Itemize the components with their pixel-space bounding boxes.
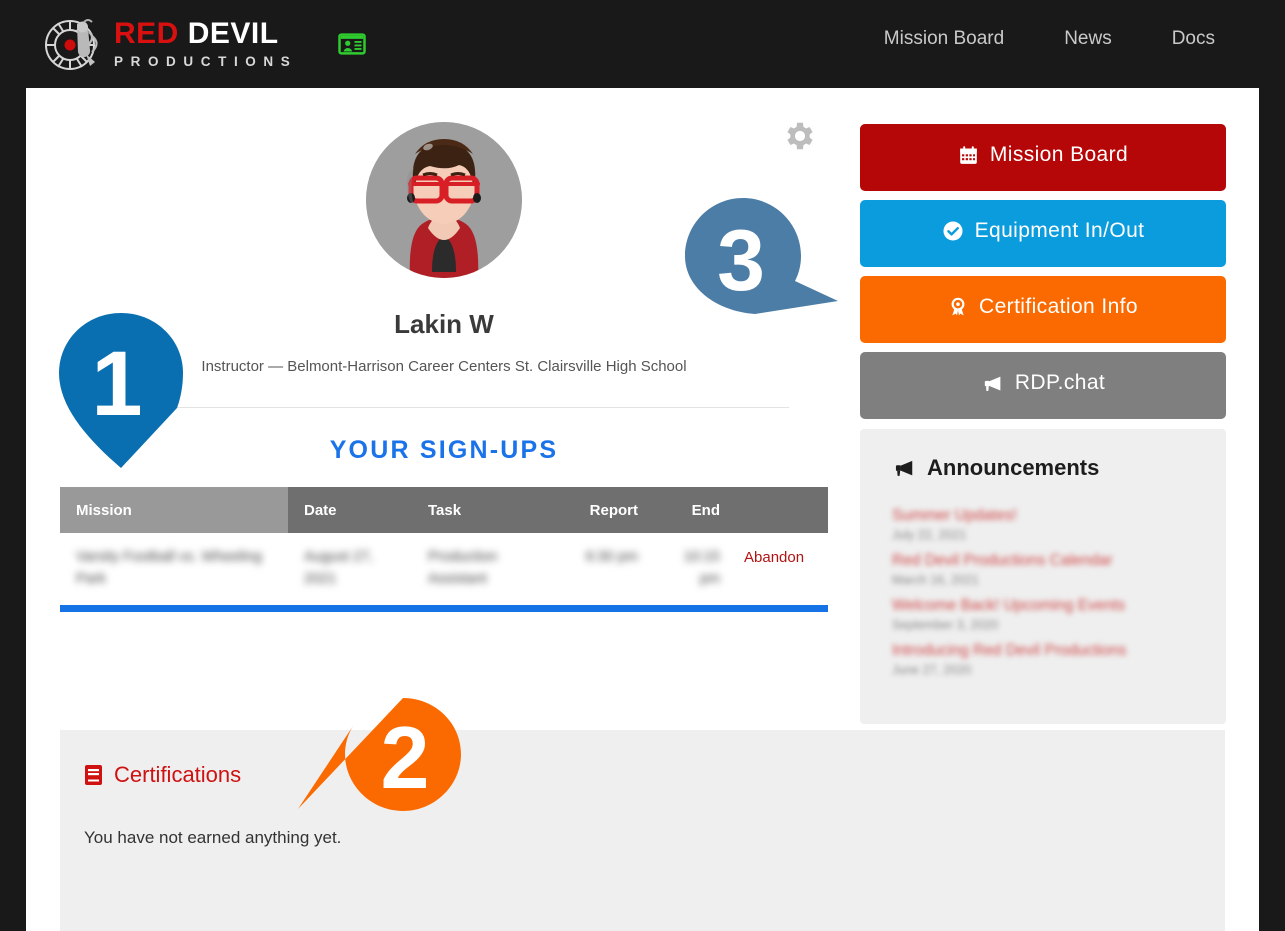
column-header-end[interactable]: End — [654, 487, 736, 533]
table-row: Varsity Football vs. Wheeling Park Augus… — [60, 533, 828, 605]
announcements-panel: Announcements Summer Updates! July 22, 2… — [860, 429, 1226, 724]
list-item: Introducing Red Devil Productions June 2… — [892, 642, 1194, 677]
cell-end-time: 10:15 pm — [683, 549, 720, 587]
nav-link-mission-board[interactable]: Mission Board — [854, 28, 1034, 50]
announcements-header: Announcements — [892, 455, 1194, 481]
your-sign-ups-heading: YOUR SIGN-UPS — [329, 436, 559, 464]
avatar-wrapper — [60, 88, 828, 283]
certifications-empty-message: You have not earned anything yet. — [84, 828, 342, 847]
profile-role: Instructor — Belmont-Harrison Career Cen… — [99, 358, 789, 408]
column-header-date[interactable]: Date — [288, 487, 412, 533]
list-item: Red Devil Productions Calendar March 16,… — [892, 552, 1194, 587]
avatar-illustration — [366, 122, 522, 278]
profile-column: Lakin W Instructor — Belmont-Harrison Ca… — [60, 88, 828, 612]
certification-info-button-label: Certification Info — [979, 295, 1138, 318]
equipment-in-out-button[interactable]: Equipment In/Out — [860, 200, 1226, 267]
brand-word-red: RED — [114, 17, 179, 51]
page-content: Lakin W Instructor — Belmont-Harrison Ca… — [26, 88, 1259, 931]
megaphone-icon — [984, 376, 1001, 391]
gear-icon[interactable] — [782, 118, 818, 154]
column-header-task[interactable]: Task — [412, 487, 562, 533]
brand-tagline: PRODUCTIONS — [114, 54, 298, 70]
announcement-date: March 16, 2021 — [892, 573, 979, 587]
page-title: Lakin W — [394, 309, 494, 339]
cell-date: August 27, 2021 — [304, 549, 374, 587]
rdp-chat-button-label: RDP.chat — [1014, 371, 1106, 395]
certifications-title: Certifications — [114, 762, 242, 787]
column-header-mission[interactable]: Mission — [60, 487, 288, 533]
equipment-in-out-button-label: Equipment In/Out — [974, 219, 1145, 242]
certification-info-button[interactable]: Certification Info — [860, 276, 1226, 343]
calendar-icon — [960, 145, 977, 164]
rdp-chat-button[interactable]: RDP.chat — [860, 352, 1226, 419]
mission-board-button-label: Mission Board — [989, 143, 1129, 167]
list-item: Summer Updates! July 22, 2021 — [892, 507, 1194, 542]
table-header-row: Mission Date Task Report End — [60, 487, 828, 533]
announcement-link[interactable]: Introducing Red Devil Productions — [892, 642, 1194, 660]
cell-task: Production Assistant — [428, 549, 498, 587]
column-header-action — [736, 487, 828, 533]
quick-actions-panel: Mission Board Equipment In/Out Certifica… — [860, 124, 1226, 724]
film-reel-devil-logo-icon — [45, 19, 98, 70]
signups-table: Mission Date Task Report End Varsity Foo… — [60, 487, 828, 605]
check-circle-icon — [943, 221, 963, 241]
megaphone-icon — [895, 460, 913, 476]
id-card-icon[interactable] — [337, 29, 367, 59]
announcement-link[interactable]: Red Devil Productions Calendar — [892, 552, 1194, 570]
cell-report-time: 6:30 pm — [585, 549, 638, 565]
avatar[interactable] — [366, 122, 522, 278]
abandon-link[interactable]: Abandon — [744, 549, 804, 566]
nav-link-news[interactable]: News — [1034, 28, 1142, 50]
primary-nav: Mission Board News Docs — [854, 28, 1245, 50]
column-header-report[interactable]: Report — [562, 487, 654, 533]
announcement-date: July 22, 2021 — [892, 528, 967, 542]
book-icon — [85, 765, 102, 785]
cell-action: Abandon — [736, 533, 828, 605]
announcement-date: June 27, 2020 — [892, 663, 972, 677]
certifications-panel: Certifications You have not earned anyth… — [60, 730, 1225, 931]
top-navigation-bar: RED DEVIL PRODUCTIONS Mission Board News… — [0, 0, 1285, 88]
table-loading-progress-bar — [60, 604, 828, 612]
cell-mission: Varsity Football vs. Wheeling Park — [76, 549, 262, 587]
award-icon — [951, 297, 965, 316]
list-item: Welcome Back! Upcoming Events September … — [892, 597, 1194, 632]
announcement-link[interactable]: Summer Updates! — [892, 507, 1194, 525]
announcement-link[interactable]: Welcome Back! Upcoming Events — [892, 597, 1194, 615]
brand-word-devil: DEVIL — [187, 17, 279, 51]
announcement-date: September 3, 2020 — [892, 618, 999, 632]
announcements-list: Summer Updates! July 22, 2021 Red Devil … — [892, 507, 1194, 677]
certifications-header: Certifications — [84, 762, 1201, 788]
announcements-title: Announcements — [927, 455, 1100, 480]
nav-link-docs[interactable]: Docs — [1142, 28, 1245, 50]
mission-board-button[interactable]: Mission Board — [860, 124, 1226, 191]
brand-logo[interactable]: RED DEVIL PRODUCTIONS — [44, 12, 297, 76]
